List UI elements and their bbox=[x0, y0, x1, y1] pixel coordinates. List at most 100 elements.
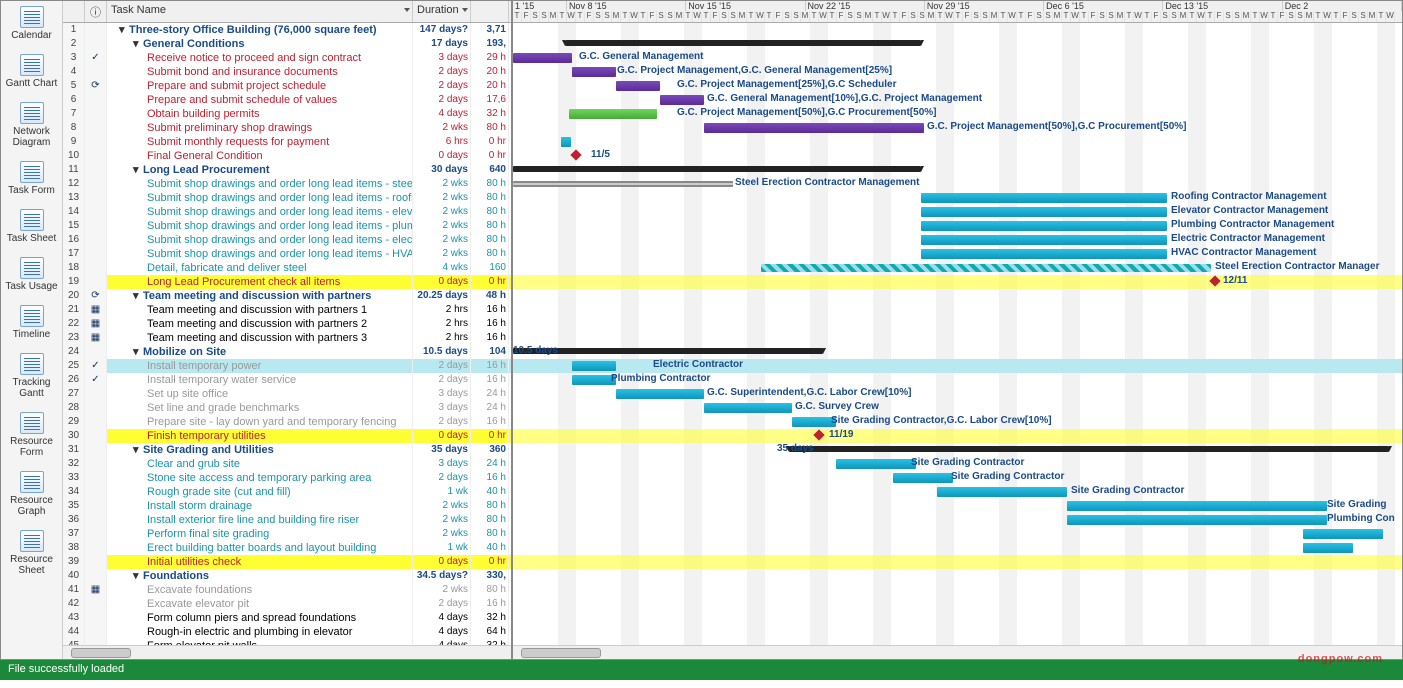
task-name-cell[interactable]: ▾Team meeting and discussion with partne… bbox=[107, 289, 413, 303]
duration-cell[interactable]: 34.5 days? bbox=[413, 569, 471, 583]
cost-cell[interactable]: 17,6 bbox=[471, 93, 509, 107]
task-row[interactable]: 41▦Excavate foundations2 wks80 h bbox=[63, 583, 511, 597]
duration-cell[interactable]: 3 days bbox=[413, 401, 471, 415]
cost-cell[interactable]: 160 bbox=[471, 261, 509, 275]
task-name-cell[interactable]: Submit shop drawings and order long lead… bbox=[107, 177, 413, 191]
task-row[interactable]: 43Form column piers and spread foundatio… bbox=[63, 611, 511, 625]
cost-cell[interactable]: 32 h bbox=[471, 107, 509, 121]
task-row[interactable]: 27Set up site office3 days24 h bbox=[63, 387, 511, 401]
task-row[interactable]: 1▾Three-story Office Building (76,000 sq… bbox=[63, 23, 511, 37]
task-name-cell[interactable]: Submit monthly requests for payment bbox=[107, 135, 413, 149]
duration-cell[interactable]: 147 days? bbox=[413, 23, 471, 37]
task-row[interactable]: 12Submit shop drawings and order long le… bbox=[63, 177, 511, 191]
cost-cell[interactable]: 16 h bbox=[471, 303, 509, 317]
duration-cell[interactable]: 30 days bbox=[413, 163, 471, 177]
task-row[interactable]: 7Obtain building permits4 days32 h bbox=[63, 107, 511, 121]
task-row[interactable]: 20⟳▾Team meeting and discussion with par… bbox=[63, 289, 511, 303]
grid-body[interactable]: 1▾Three-story Office Building (76,000 sq… bbox=[63, 23, 511, 645]
cost-cell[interactable]: 0 hr bbox=[471, 149, 509, 163]
duration-cell[interactable]: 0 days bbox=[413, 429, 471, 443]
cost-cell[interactable]: 0 hr bbox=[471, 429, 509, 443]
col-info[interactable]: ⓘ bbox=[85, 1, 107, 22]
duration-cell[interactable]: 2 days bbox=[413, 471, 471, 485]
duration-cell[interactable]: 10.5 days bbox=[413, 345, 471, 359]
duration-cell[interactable]: 4 days bbox=[413, 611, 471, 625]
gantt-bar[interactable] bbox=[937, 487, 1067, 497]
task-name-cell[interactable]: Install temporary water service bbox=[107, 373, 413, 387]
task-name-cell[interactable]: Install temporary power bbox=[107, 359, 413, 373]
grid-hscroll[interactable] bbox=[63, 645, 511, 659]
cost-cell[interactable]: 24 h bbox=[471, 387, 509, 401]
task-row[interactable]: 22▦Team meeting and discussion with part… bbox=[63, 317, 511, 331]
cost-cell[interactable]: 16 h bbox=[471, 415, 509, 429]
duration-cell[interactable]: 2 wks bbox=[413, 499, 471, 513]
task-name-cell[interactable]: Receive notice to proceed and sign contr… bbox=[107, 51, 413, 65]
cost-cell[interactable]: 20 h bbox=[471, 79, 509, 93]
task-row[interactable]: 35Install storm drainage2 wks80 h bbox=[63, 499, 511, 513]
duration-cell[interactable]: 2 days bbox=[413, 597, 471, 611]
task-name-cell[interactable]: Obtain building permits bbox=[107, 107, 413, 121]
cost-cell[interactable]: 20 h bbox=[471, 65, 509, 79]
task-name-cell[interactable]: Clear and grub site bbox=[107, 457, 413, 471]
task-row[interactable]: 14Submit shop drawings and order long le… bbox=[63, 205, 511, 219]
task-row[interactable]: 36Install exterior fire line and buildin… bbox=[63, 513, 511, 527]
gantt-bar[interactable] bbox=[1303, 529, 1383, 539]
cost-cell[interactable]: 80 h bbox=[471, 205, 509, 219]
cost-cell[interactable]: 80 h bbox=[471, 527, 509, 541]
cost-cell[interactable]: 16 h bbox=[471, 359, 509, 373]
duration-cell[interactable]: 2 wks bbox=[413, 233, 471, 247]
cost-cell[interactable]: 16 h bbox=[471, 471, 509, 485]
task-name-cell[interactable]: Submit preliminary shop drawings bbox=[107, 121, 413, 135]
cost-cell[interactable]: 16 h bbox=[471, 597, 509, 611]
duration-cell[interactable]: 4 wks bbox=[413, 261, 471, 275]
task-name-cell[interactable]: Submit shop drawings and order long lead… bbox=[107, 247, 413, 261]
cost-cell[interactable]: 80 h bbox=[471, 219, 509, 233]
task-name-cell[interactable]: Team meeting and discussion with partner… bbox=[107, 317, 413, 331]
cost-cell[interactable]: 80 h bbox=[471, 233, 509, 247]
sidebar-item-resource-form[interactable]: Resource Form bbox=[1, 407, 62, 466]
task-name-cell[interactable]: Prepare and submit schedule of values bbox=[107, 93, 413, 107]
gantt-bar[interactable] bbox=[565, 40, 921, 46]
cost-cell[interactable]: 16 h bbox=[471, 373, 509, 387]
cost-cell[interactable]: 64 h bbox=[471, 625, 509, 639]
task-row[interactable]: 38Erect building batter boards and layou… bbox=[63, 541, 511, 555]
duration-cell[interactable]: 2 hrs bbox=[413, 317, 471, 331]
task-row[interactable]: 5⟳Prepare and submit project schedule2 d… bbox=[63, 79, 511, 93]
cost-cell[interactable]: 3,71 bbox=[471, 23, 509, 37]
task-name-cell[interactable]: Submit shop drawings and order long lead… bbox=[107, 219, 413, 233]
task-name-cell[interactable]: Initial utilities check bbox=[107, 555, 413, 569]
task-row[interactable]: 16Submit shop drawings and order long le… bbox=[63, 233, 511, 247]
duration-cell[interactable]: 2 wks bbox=[413, 527, 471, 541]
cost-cell[interactable]: 29 h bbox=[471, 51, 509, 65]
gantt-bar[interactable] bbox=[893, 473, 953, 483]
task-row[interactable]: 34Rough grade site (cut and fill)1 wk40 … bbox=[63, 485, 511, 499]
task-name-cell[interactable]: Submit shop drawings and order long lead… bbox=[107, 191, 413, 205]
cost-cell[interactable]: 193, bbox=[471, 37, 509, 51]
task-name-cell[interactable]: Stone site access and temporary parking … bbox=[107, 471, 413, 485]
task-name-cell[interactable]: Excavate elevator pit bbox=[107, 597, 413, 611]
task-row[interactable]: 3✓Receive notice to proceed and sign con… bbox=[63, 51, 511, 65]
task-row[interactable]: 17Submit shop drawings and order long le… bbox=[63, 247, 511, 261]
gantt-bar[interactable] bbox=[836, 459, 916, 469]
task-name-cell[interactable]: Team meeting and discussion with partner… bbox=[107, 331, 413, 345]
task-row[interactable]: 11▾Long Lead Procurement30 days640 bbox=[63, 163, 511, 177]
duration-cell[interactable]: 2 wks bbox=[413, 513, 471, 527]
gantt-bar[interactable] bbox=[569, 109, 657, 119]
task-row[interactable]: 33Stone site access and temporary parkin… bbox=[63, 471, 511, 485]
task-row[interactable]: 40▾Foundations34.5 days?330, bbox=[63, 569, 511, 583]
sidebar-item-resource-graph[interactable]: Resource Graph bbox=[1, 466, 62, 525]
task-name-cell[interactable]: ▾General Conditions bbox=[107, 37, 413, 51]
sidebar-item-task-sheet[interactable]: Task Sheet bbox=[1, 204, 62, 252]
duration-cell[interactable]: 2 wks bbox=[413, 205, 471, 219]
task-row[interactable]: 15Submit shop drawings and order long le… bbox=[63, 219, 511, 233]
task-name-cell[interactable]: Erect building batter boards and layout … bbox=[107, 541, 413, 555]
gantt-bar[interactable] bbox=[513, 166, 921, 172]
duration-cell[interactable]: 4 days bbox=[413, 107, 471, 121]
sidebar-item-task-form[interactable]: Task Form bbox=[1, 156, 62, 204]
task-name-cell[interactable]: ▾Three-story Office Building (76,000 squ… bbox=[107, 23, 413, 37]
task-name-cell[interactable]: Rough grade site (cut and fill) bbox=[107, 485, 413, 499]
sidebar-item-task-usage[interactable]: Task Usage bbox=[1, 252, 62, 300]
gantt-bar[interactable] bbox=[513, 181, 733, 187]
cost-cell[interactable]: 80 h bbox=[471, 177, 509, 191]
gantt-bar[interactable] bbox=[513, 53, 572, 63]
